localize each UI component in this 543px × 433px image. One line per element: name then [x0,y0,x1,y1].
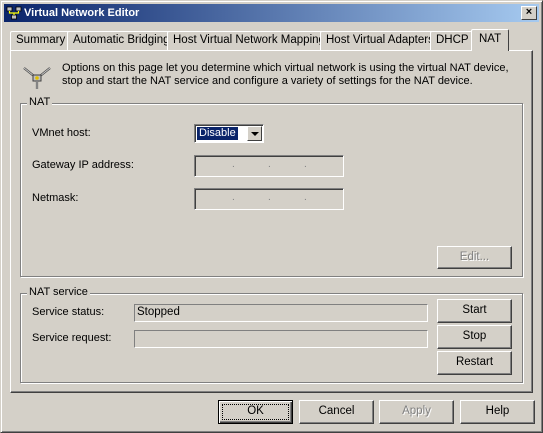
tab-automatic-bridging[interactable]: Automatic Bridging [67,31,176,50]
vmnet-host-label: VMnet host: [32,127,91,139]
ip-separator: . [304,192,307,203]
focus-rectangle [222,404,289,420]
chevron-down-icon [251,132,259,136]
tab-summary[interactable]: Summary [10,31,72,50]
service-request-field [134,330,428,348]
service-request-label: Service request: [32,332,112,344]
nat-group-legend: NAT [27,96,53,108]
ip-separator: . [268,192,271,203]
ip-separator: . [232,192,235,203]
window-title: Virtual Network Editor [24,7,140,19]
nat-service-group-legend: NAT service [27,286,90,298]
netmask-field[interactable]: . . . [194,188,344,210]
nat-device-icon [23,67,51,89]
tab-host-virtual-network-mapping[interactable]: Host Virtual Network Mapping [167,31,331,50]
service-status-label: Service status: [32,306,105,318]
vmnet-host-select[interactable]: Disable [194,124,264,143]
vmnet-host-dropdown-button[interactable] [247,126,262,141]
ip-separator: . [304,159,307,170]
close-button[interactable]: × [521,6,537,20]
service-status-field: Stopped [134,304,428,322]
dialog-window: Virtual Network Editor × Summary Automat… [0,0,543,433]
network-editor-icon [6,6,22,20]
info-description: Options on this page let you determine w… [62,62,509,87]
edit-button[interactable]: Edit... [437,246,512,269]
ip-separator: . [232,159,235,170]
tab-dhcp[interactable]: DHCP [430,31,475,50]
gateway-ip-field[interactable]: . . . [194,155,344,177]
close-icon: × [525,6,533,18]
title-bar[interactable]: Virtual Network Editor × [4,4,539,22]
help-button[interactable]: Help [460,400,535,424]
vmnet-host-selected-value: Disable [197,127,238,140]
ip-separator: . [268,159,271,170]
apply-button[interactable]: Apply [379,400,454,424]
netmask-label: Netmask: [32,192,79,204]
stop-button[interactable]: Stop [437,325,512,349]
tab-host-virtual-adapters[interactable]: Host Virtual Adapters [320,31,440,50]
ok-button[interactable]: OK [218,400,293,424]
cancel-button[interactable]: Cancel [299,400,374,424]
start-button[interactable]: Start [437,299,512,323]
tab-nat[interactable]: NAT [471,29,510,51]
gateway-ip-label: Gateway IP address: [32,159,134,171]
restart-button[interactable]: Restart [437,351,512,375]
